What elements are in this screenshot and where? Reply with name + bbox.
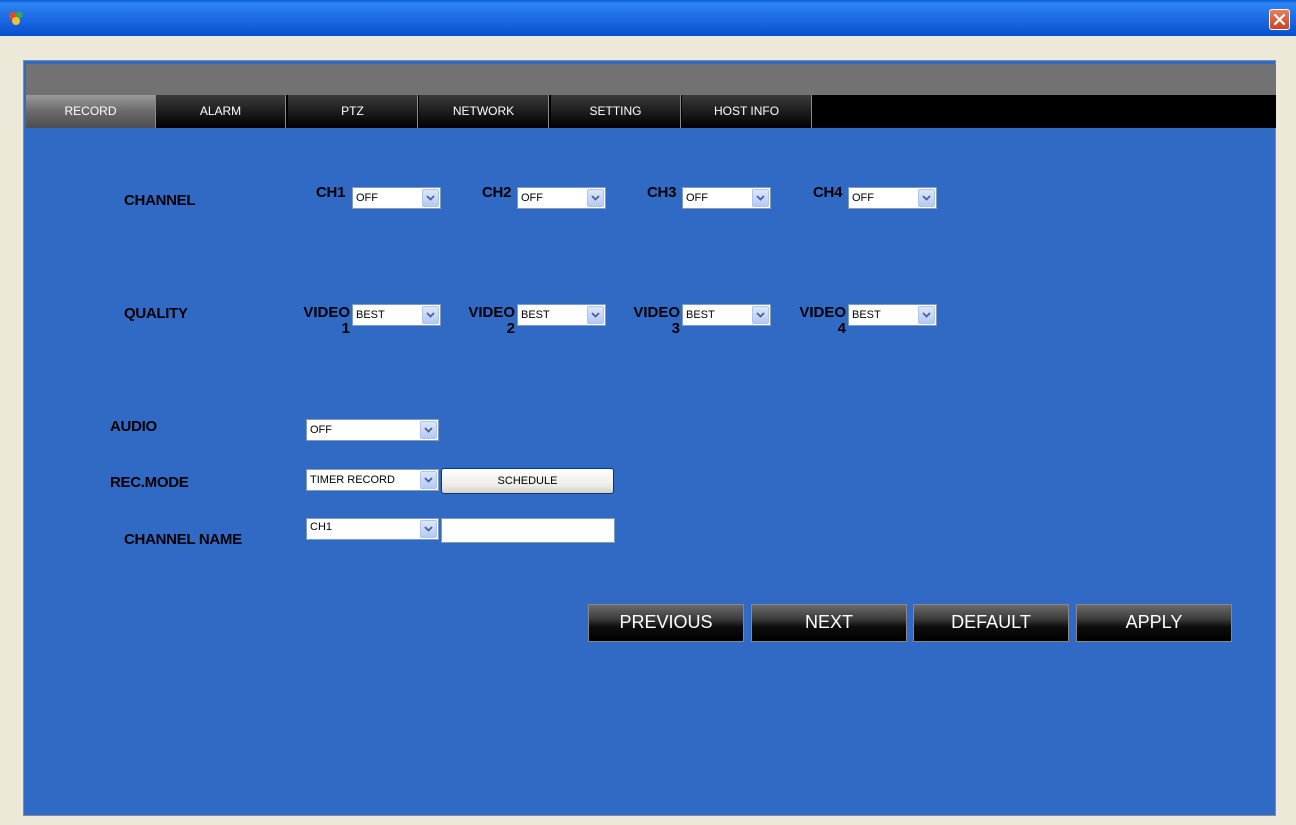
apply-button[interactable]: APPLY: [1076, 604, 1232, 642]
channel-name-select[interactable]: CH1: [306, 518, 439, 540]
previous-button[interactable]: PREVIOUS: [588, 604, 744, 642]
ch2-select[interactable]: OFF: [517, 187, 606, 209]
close-icon: [1273, 13, 1286, 26]
tab-alarm[interactable]: ALARM: [156, 95, 286, 128]
rec-mode-value: TIMER RECORD: [310, 474, 395, 486]
settings-panel: [23, 60, 1276, 816]
audio-value: OFF: [310, 424, 332, 436]
chevron-down-icon[interactable]: [420, 520, 437, 538]
channel-label: CHANNEL: [124, 192, 196, 209]
tab-ptz[interactable]: PTZ: [288, 95, 418, 128]
video4-value: BEST: [852, 309, 881, 321]
ch3-select[interactable]: OFF: [682, 187, 771, 209]
chevron-down-icon[interactable]: [420, 421, 437, 439]
ch3-value: OFF: [686, 192, 708, 204]
ch2-label: CH2: [482, 184, 512, 201]
ch4-value: OFF: [852, 192, 874, 204]
video1-value: BEST: [356, 309, 385, 321]
channel-name-input[interactable]: [441, 518, 615, 543]
chevron-down-icon[interactable]: [918, 306, 935, 324]
rec-mode-select[interactable]: TIMER RECORD: [306, 469, 439, 491]
ch1-label: CH1: [316, 184, 346, 201]
next-button[interactable]: NEXT: [751, 604, 907, 642]
chevron-down-icon[interactable]: [422, 189, 439, 207]
video1-label: VIDEO 1: [303, 304, 350, 337]
video2-value: BEST: [521, 309, 550, 321]
chevron-down-icon[interactable]: [752, 189, 769, 207]
quality-label: QUALITY: [124, 305, 188, 322]
tab-strip: RECORD ALARM PTZ NETWORK SETTING HOST IN…: [26, 95, 1276, 128]
tab-network[interactable]: NETWORK: [419, 95, 549, 128]
video3-value: BEST: [686, 309, 715, 321]
chevron-down-icon[interactable]: [420, 471, 437, 489]
rec-mode-label: REC.MODE: [110, 474, 189, 491]
video1-quality-select[interactable]: BEST: [352, 304, 441, 326]
tab-setting[interactable]: SETTING: [551, 95, 681, 128]
ch4-select[interactable]: OFF: [848, 187, 937, 209]
video2-label: VIDEO 2: [468, 304, 515, 337]
video3-label: VIDEO 3: [633, 304, 680, 337]
ch2-value: OFF: [521, 192, 543, 204]
video2-quality-select[interactable]: BEST: [517, 304, 606, 326]
video3-quality-select[interactable]: BEST: [682, 304, 771, 326]
header-bar: [26, 64, 1276, 95]
chevron-down-icon[interactable]: [587, 306, 604, 324]
tab-host-info[interactable]: HOST INFO: [682, 95, 812, 128]
chevron-down-icon[interactable]: [422, 306, 439, 324]
window-close-button[interactable]: [1269, 9, 1290, 30]
chevron-down-icon[interactable]: [918, 189, 935, 207]
ch1-value: OFF: [356, 192, 378, 204]
ch1-select[interactable]: OFF: [352, 187, 441, 209]
schedule-button[interactable]: SCHEDULE: [441, 468, 614, 494]
video4-label: VIDEO 4: [799, 304, 846, 337]
chevron-down-icon[interactable]: [752, 306, 769, 324]
audio-select[interactable]: OFF: [306, 419, 439, 441]
audio-label: AUDIO: [110, 418, 157, 435]
app-icon: [8, 10, 24, 26]
chevron-down-icon[interactable]: [587, 189, 604, 207]
video4-quality-select[interactable]: BEST: [848, 304, 937, 326]
tab-record[interactable]: RECORD: [26, 95, 156, 128]
window-titlebar: [0, 0, 1296, 36]
channel-name-value: CH1: [310, 521, 333, 533]
ch3-label: CH3: [647, 184, 677, 201]
channel-name-label: CHANNEL NAME: [124, 531, 242, 548]
ch4-label: CH4: [813, 184, 843, 201]
default-button[interactable]: DEFAULT: [913, 604, 1069, 642]
